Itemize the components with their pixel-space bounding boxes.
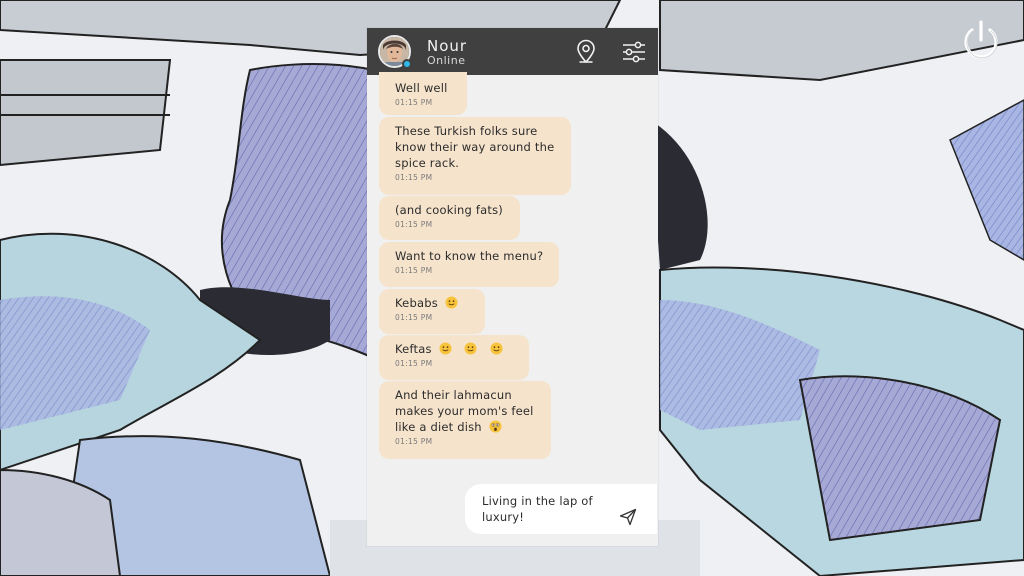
message-time: 01:15 PM: [395, 220, 433, 229]
send-icon: [619, 508, 637, 526]
message-text: These Turkish folks sure: [395, 124, 538, 138]
message-bubble: Kebabs 01:15 PM: [379, 289, 485, 334]
location-pin-icon: [577, 39, 595, 63]
message-text: know their way around the: [395, 140, 555, 154]
slight-smile-emoji: [445, 296, 458, 309]
message-text-content: Keftas: [395, 342, 432, 356]
astonished-emoji: [489, 420, 502, 433]
message-bubble: Want to know the menu? 01:15 PM: [379, 242, 559, 287]
message-bubble: Keftas 01:15 PM: [379, 335, 529, 380]
slight-smile-emoji: [490, 342, 503, 355]
power-button[interactable]: [961, 18, 1001, 64]
message-time: 01:15 PM: [395, 437, 433, 446]
message-text: Keftas: [395, 341, 519, 357]
message-text: like a diet dish: [395, 419, 541, 435]
message-text-content: like a diet dish: [395, 420, 482, 434]
power-icon: [964, 20, 998, 59]
message-draft-text[interactable]: Living in the lap of luxury!: [482, 493, 612, 525]
message-time: 01:15 PM: [395, 313, 433, 322]
contact-avatar[interactable]: [378, 35, 412, 69]
chat-header: Nour Online: [367, 28, 658, 75]
draft-line: Living in the lap of: [482, 494, 593, 508]
contact-name: Nour: [427, 37, 468, 55]
message-text: (and cooking fats): [395, 203, 503, 217]
send-button[interactable]: [619, 508, 637, 526]
message-input-field[interactable]: Living in the lap of luxury!: [465, 484, 657, 534]
message-text: makes your mom's feel: [395, 404, 534, 418]
message-bubble: These Turkish folks sure know their way …: [379, 117, 571, 195]
sliders-icon: [623, 41, 645, 63]
message-bubble: Well well 01:15 PM: [379, 72, 467, 115]
location-button[interactable]: [573, 39, 599, 65]
message-text: spice rack.: [395, 156, 460, 170]
contact-status: Online: [427, 54, 466, 67]
message-text: Kebabs: [395, 295, 475, 311]
settings-button[interactable]: [621, 39, 647, 65]
chat-panel: Nour Online Well well 01:15 PM These Tur…: [367, 28, 658, 546]
message-text-content: Kebabs: [395, 296, 438, 310]
message-time: 01:15 PM: [395, 266, 433, 275]
message-time: 01:15 PM: [395, 173, 433, 182]
draft-line: luxury!: [482, 510, 525, 524]
message-text: Want to know the menu?: [395, 249, 544, 263]
message-bubble: And their lahmacun makes your mom's feel…: [379, 381, 551, 459]
online-indicator: [402, 59, 412, 69]
message-time: 01:15 PM: [395, 359, 433, 368]
slight-smile-emoji: [438, 342, 452, 355]
message-text: And their lahmacun: [395, 388, 512, 402]
slight-smile-emoji: [464, 342, 477, 355]
message-time: 01:15 PM: [395, 98, 433, 107]
message-bubble: (and cooking fats) 01:15 PM: [379, 196, 520, 240]
message-text: Well well: [395, 81, 448, 95]
